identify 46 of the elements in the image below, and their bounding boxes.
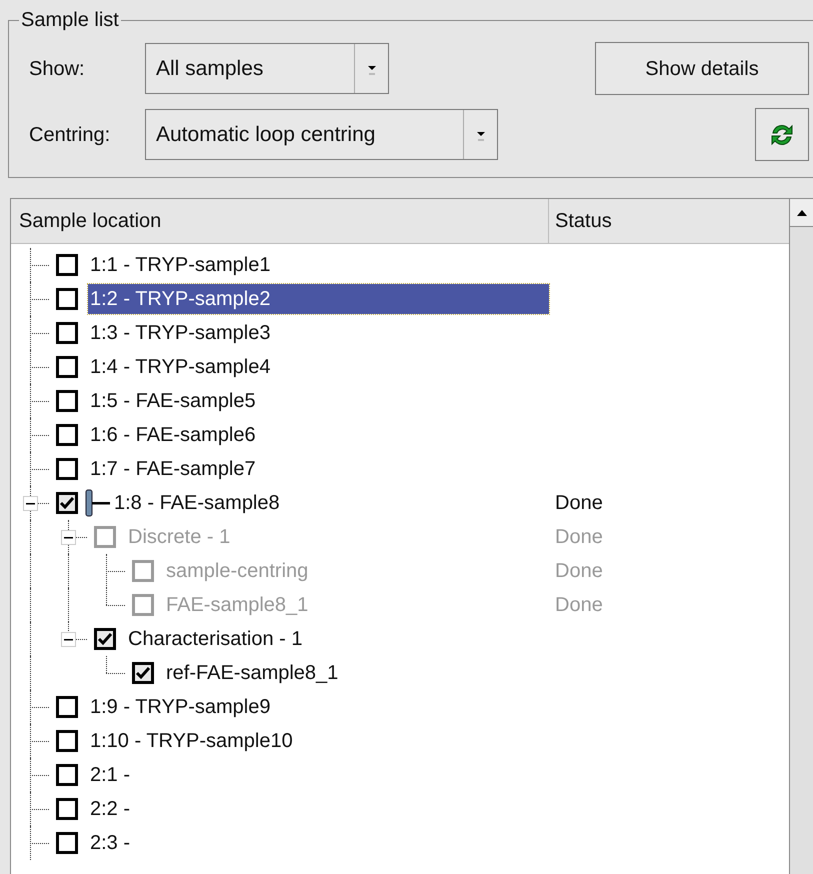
checkbox[interactable]	[56, 696, 78, 718]
sample-label[interactable]: Characterisation - 1	[126, 624, 303, 654]
centring-label: Centring:	[28, 122, 112, 148]
show-label: Show:	[28, 56, 86, 82]
show-details-button[interactable]: Show details	[595, 42, 809, 95]
status-text: Done	[555, 593, 603, 618]
sample-label[interactable]: 2:3 -	[88, 828, 130, 858]
dropdown[interactable]: All samples	[145, 43, 389, 94]
sample-label[interactable]: 2:1 -	[88, 760, 130, 790]
checkbox[interactable]	[56, 288, 78, 310]
sample-label[interactable]: 1:2 - TRYP-sample2	[88, 284, 549, 314]
sample-label[interactable]: 1:1 - TRYP-sample1	[88, 250, 270, 280]
sample-label[interactable]: 2:2 -	[88, 794, 130, 824]
sample-label[interactable]: 1:8 - FAE-sample8	[112, 488, 280, 518]
checkbox[interactable]	[56, 390, 78, 412]
checkbox[interactable]	[94, 628, 116, 650]
sample-label[interactable]: 1:5 - FAE-sample5	[88, 386, 256, 416]
sample-label[interactable]: 1:6 - FAE-sample6	[88, 420, 256, 450]
checkbox[interactable]	[56, 254, 78, 276]
checkbox[interactable]	[56, 832, 78, 854]
refresh-button[interactable]	[755, 108, 809, 161]
sample-label[interactable]: 1:3 - TRYP-sample3	[88, 318, 270, 348]
status-text: Done	[555, 491, 603, 516]
checkbox[interactable]	[56, 764, 78, 786]
checkbox[interactable]	[56, 730, 78, 752]
checkbox[interactable]	[56, 458, 78, 480]
sample-label[interactable]: 1:10 - TRYP-sample10	[88, 726, 293, 756]
checkbox[interactable]	[56, 424, 78, 446]
checkbox[interactable]	[56, 322, 78, 344]
collapse-icon[interactable]	[23, 496, 38, 511]
sample-label[interactable]: ref-FAE-sample8_1	[164, 658, 338, 688]
column-header[interactable]: Sample location	[11, 199, 549, 243]
dropdown[interactable]: Automatic loop centring	[145, 109, 498, 160]
checkbox[interactable]	[56, 356, 78, 378]
scroll-up-icon[interactable]	[796, 208, 808, 218]
collapse-icon[interactable]	[61, 632, 76, 647]
scrollbar[interactable]	[789, 199, 813, 874]
status-text: Done	[555, 559, 603, 584]
checkbox[interactable]	[56, 492, 78, 514]
column-header[interactable]: Status	[549, 199, 789, 243]
sample-label[interactable]: 1:4 - TRYP-sample4	[88, 352, 270, 382]
status-text: Done	[555, 525, 603, 550]
sample-label[interactable]: 1:9 - TRYP-sample9	[88, 692, 270, 722]
checkbox[interactable]	[132, 662, 154, 684]
checkbox[interactable]	[56, 798, 78, 820]
sample-label[interactable]: 1:7 - FAE-sample7	[88, 454, 256, 484]
